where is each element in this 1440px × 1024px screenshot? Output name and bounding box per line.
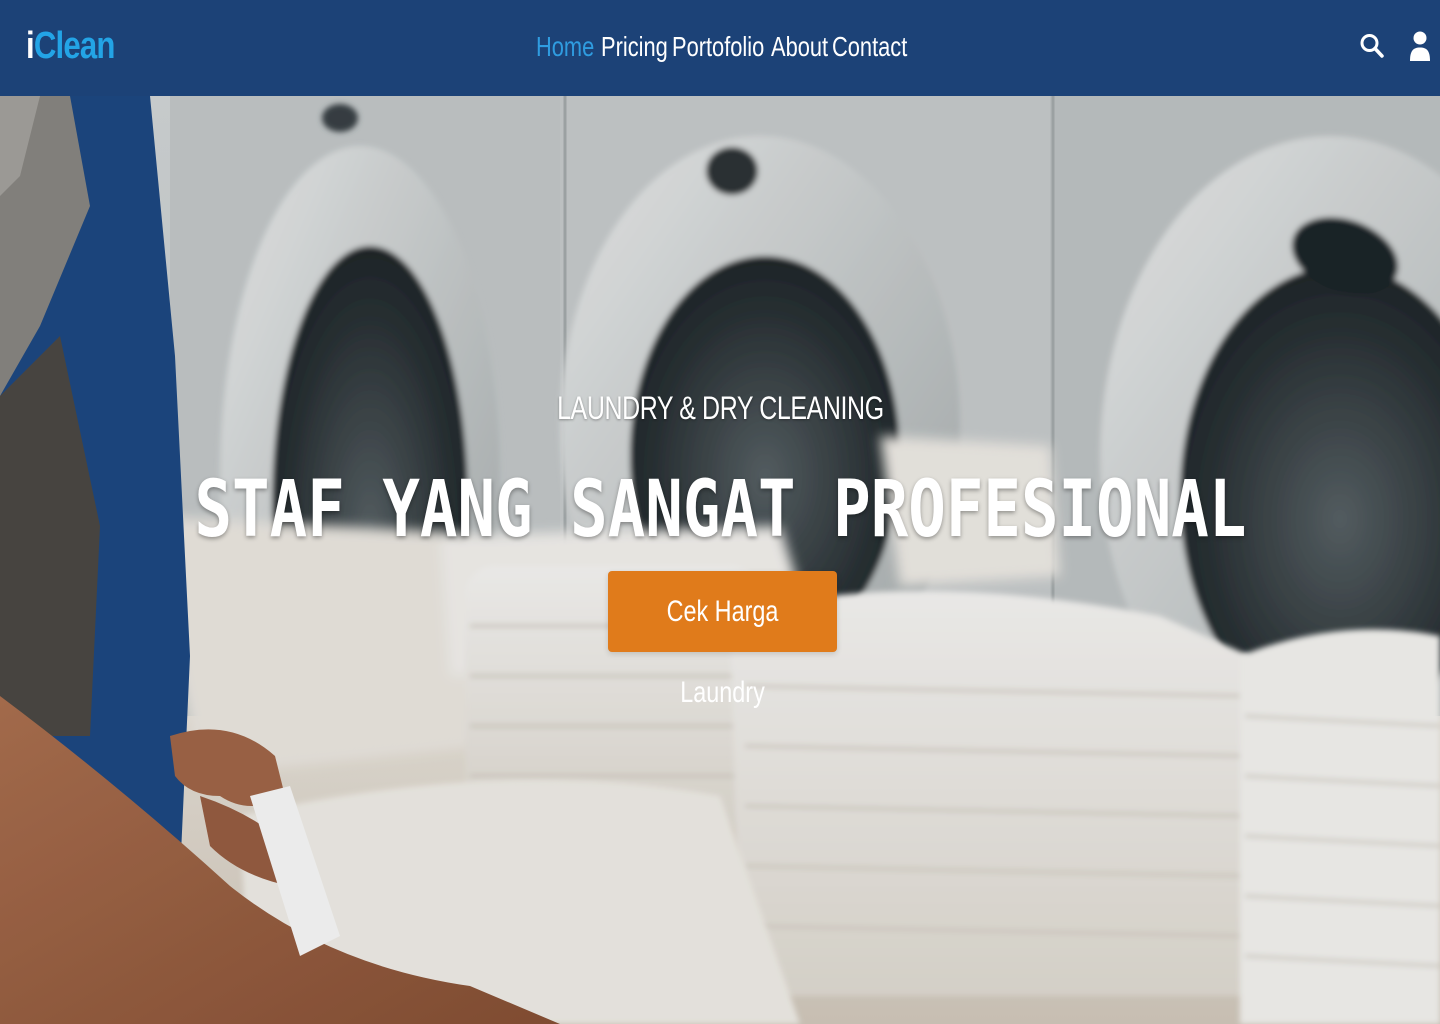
hero-subtitle: LAUNDRY & DRY CLEANING	[0, 388, 1440, 428]
nav-item-label: Home	[536, 31, 595, 62]
navbar: iClean Home Pricing Portofolio About Con…	[0, 0, 1440, 96]
hero-title: STAF YANG SANGAT PROFESIONAL	[0, 468, 1440, 552]
nav-item-contact[interactable]: Contact	[832, 28, 907, 66]
nav-item-pricing[interactable]: Pricing	[601, 28, 668, 66]
hero-section: LAUNDRY & DRY CLEANING STAF YANG SANGAT …	[0, 96, 1440, 1024]
nav-item-label: Pricing	[600, 31, 668, 62]
nav-item-label: About	[770, 31, 828, 62]
search-icon[interactable]	[1358, 28, 1386, 64]
hero-overlay	[0, 96, 1440, 1024]
nav-actions	[1358, 28, 1434, 64]
nav-item-about[interactable]: About	[771, 28, 828, 66]
nav-item-portofolio[interactable]: Portofolio	[672, 28, 764, 66]
hero-title-text: STAF YANG SANGAT PROFESIONAL	[194, 465, 1246, 555]
logo-prefix: i	[26, 25, 35, 67]
hero-subtitle-text: LAUNDRY & DRY CLEANING	[556, 390, 884, 426]
main-nav: Home Pricing Portofolio About Contact	[536, 28, 920, 66]
nav-item-label: Contact	[831, 31, 908, 62]
logo[interactable]: iClean	[26, 22, 115, 70]
logo-wordmark: Clean	[33, 25, 116, 67]
nav-item-label: Portofolio	[672, 31, 765, 62]
user-icon[interactable]	[1406, 28, 1434, 64]
check-price-button-label: Cek Harga Laundry	[666, 595, 779, 709]
check-price-button[interactable]: Cek Harga Laundry	[608, 571, 837, 709]
nav-item-home[interactable]: Home	[536, 28, 594, 66]
